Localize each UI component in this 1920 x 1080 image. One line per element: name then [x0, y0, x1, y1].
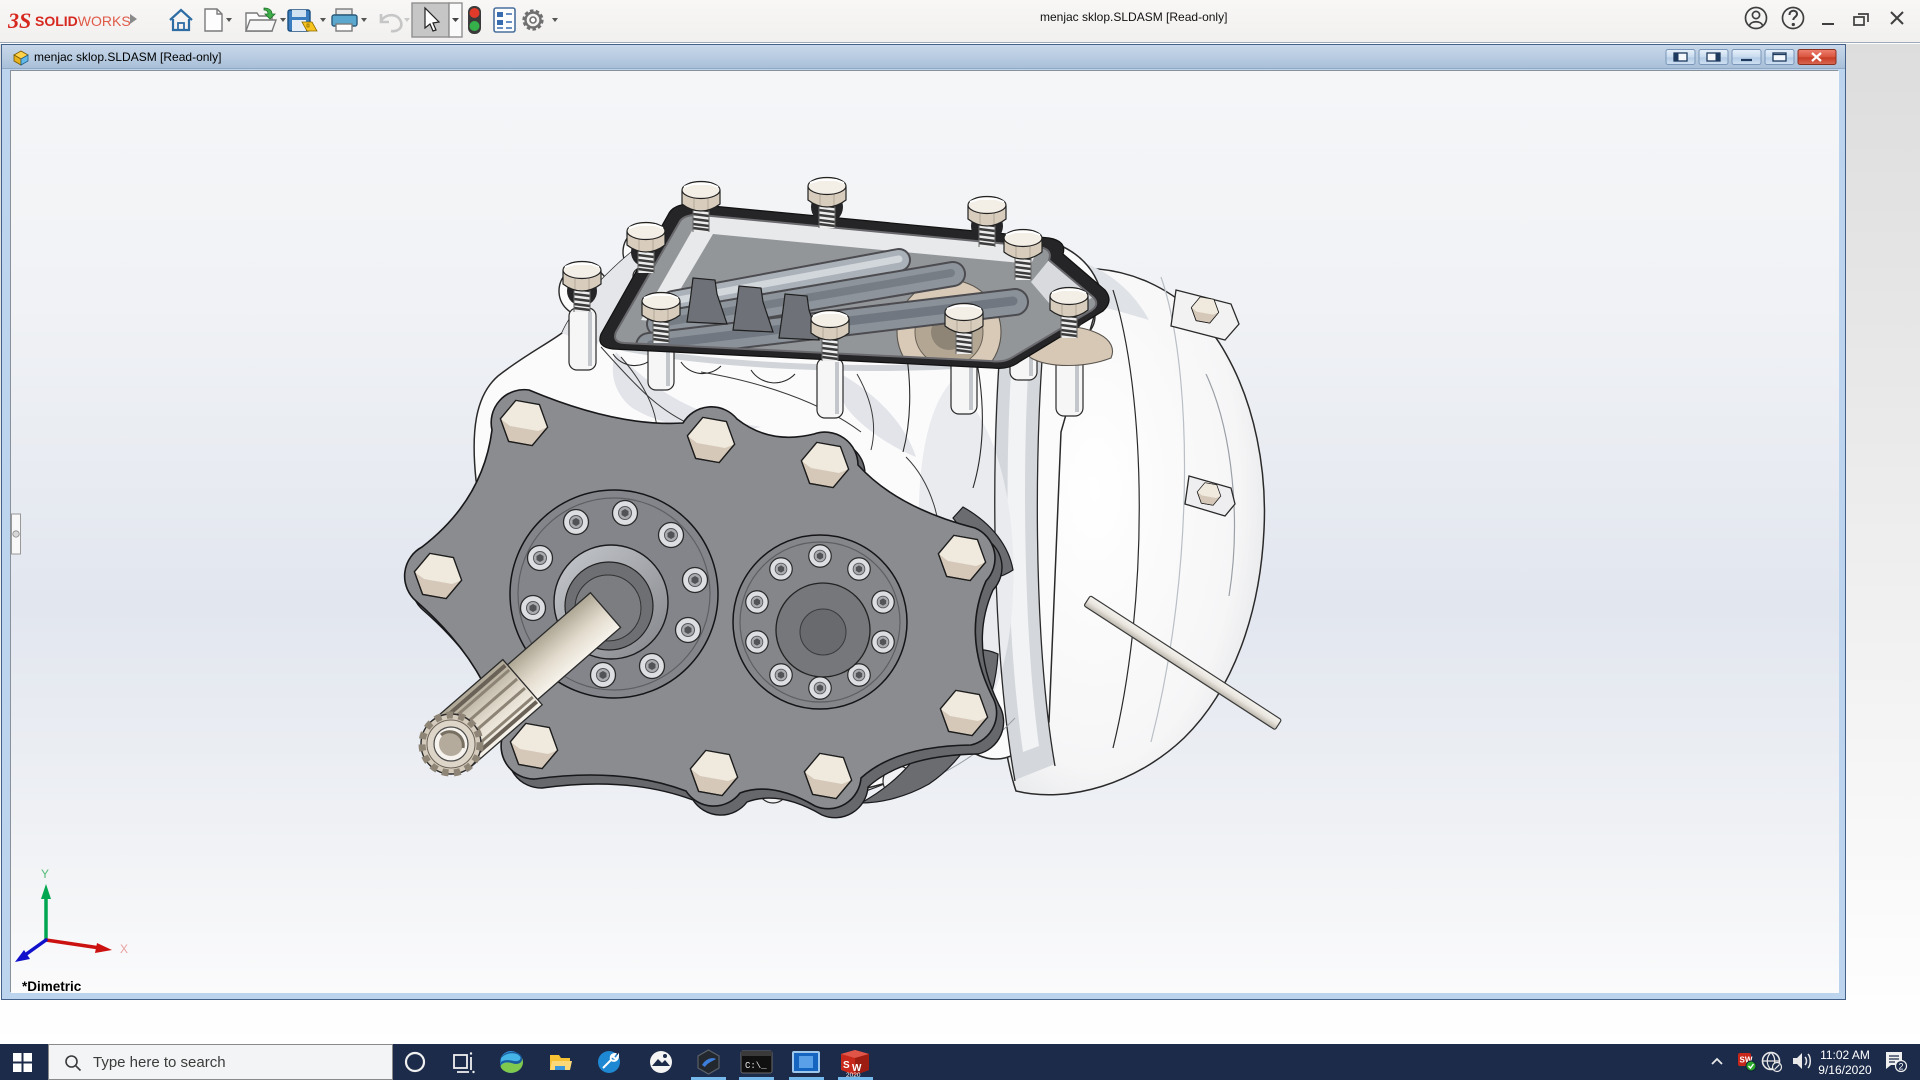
svg-text:11:02 AM: 11:02 AM [1820, 1048, 1870, 1062]
svg-text:3S: 3S [8, 8, 31, 33]
svg-text:S: S [843, 1060, 850, 1071]
svg-text:C:\_: C:\_ [745, 1061, 767, 1071]
svg-text:X: X [120, 942, 128, 956]
svg-text:9/16/2020: 9/16/2020 [1818, 1063, 1872, 1077]
svg-text:*Dimetric: *Dimetric [22, 979, 82, 993]
svg-text:Y: Y [41, 867, 49, 881]
svg-text:SOLIDWORKS: SOLIDWORKS [35, 13, 131, 29]
svg-text:2: 2 [1898, 1062, 1903, 1072]
